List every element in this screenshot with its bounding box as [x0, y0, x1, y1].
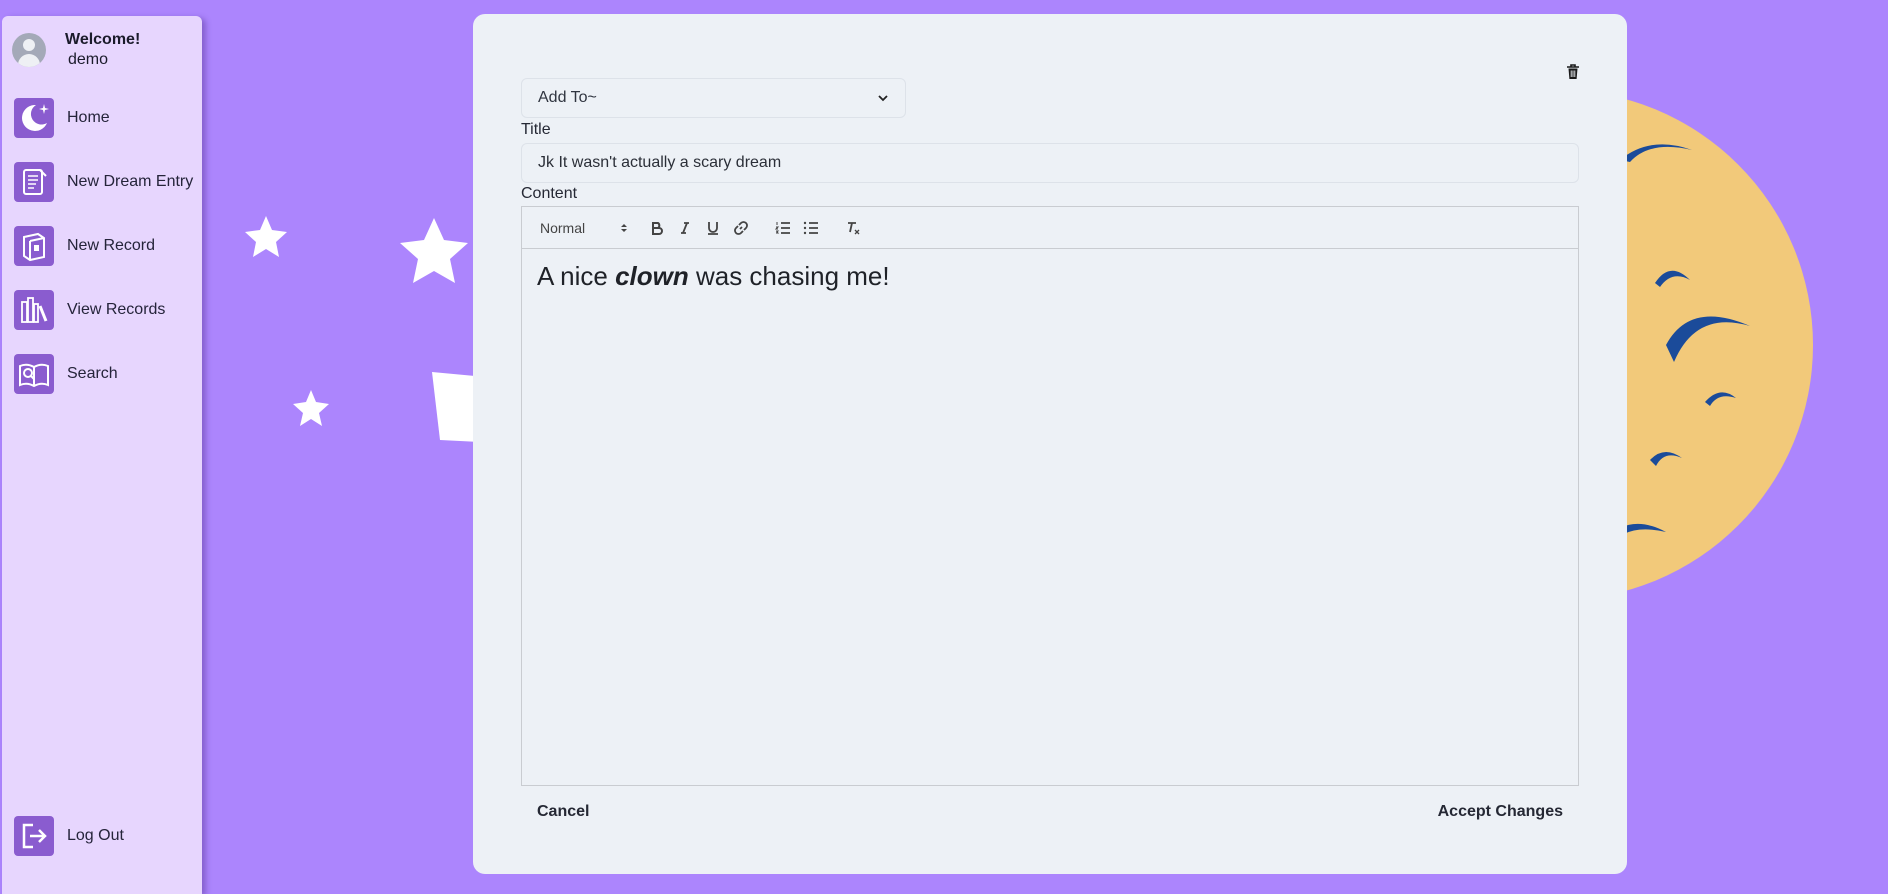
- italic-button[interactable]: [671, 216, 699, 240]
- bold-button[interactable]: [643, 216, 671, 240]
- bullet-list-button[interactable]: [797, 216, 825, 240]
- clear-format-button[interactable]: [839, 216, 867, 240]
- ordered-list-button[interactable]: [769, 216, 797, 240]
- sidebar-item-view-records[interactable]: View Records: [14, 288, 200, 332]
- accept-changes-button[interactable]: Accept Changes: [1422, 797, 1579, 827]
- editor-content[interactable]: A nice clown was chasing me!: [522, 249, 1578, 304]
- content-label: Content: [521, 185, 578, 202]
- ordered-list-icon: [775, 221, 790, 234]
- title-label: Title: [521, 121, 551, 138]
- sidebar-item-label: New Record: [67, 237, 156, 254]
- link-button[interactable]: [727, 216, 755, 240]
- open-book-search-icon: [14, 354, 54, 394]
- username: demo: [68, 51, 109, 68]
- book-icon: [14, 226, 54, 266]
- title-input[interactable]: [521, 143, 1579, 183]
- moon-icon: [14, 98, 54, 138]
- sidebar-item-new-record[interactable]: New Record: [14, 224, 200, 268]
- bullet-list-icon: [803, 221, 818, 234]
- add-to-value: Add To~: [538, 89, 597, 106]
- rich-text-editor: Normal A nice clown was chasing me!: [521, 206, 1579, 786]
- link-icon: [734, 220, 748, 235]
- format-select[interactable]: Normal: [534, 216, 629, 240]
- format-select-value: Normal: [540, 219, 586, 236]
- sidebar-item-label: Home: [67, 109, 110, 126]
- dream-edit-card: Add To~ Title Content Normal: [473, 14, 1627, 874]
- avatar-icon: [12, 33, 46, 67]
- content-emphasis: clown: [615, 261, 689, 291]
- content-text-after: was chasing me!: [688, 261, 890, 291]
- sidebar: Welcome! demo Home New Dream Entry New R…: [2, 16, 202, 894]
- scroll-icon: [14, 162, 54, 202]
- logout-button[interactable]: Log Out: [14, 814, 200, 858]
- sidebar-item-search[interactable]: Search: [14, 352, 200, 396]
- cancel-button[interactable]: Cancel: [521, 797, 605, 827]
- editor-toolbar: Normal: [522, 207, 1578, 249]
- sidebar-item-new-dream-entry[interactable]: New Dream Entry: [14, 160, 200, 204]
- sidebar-item-label: Search: [67, 365, 118, 382]
- stars: [245, 216, 480, 442]
- sidebar-item-home[interactable]: Home: [14, 96, 200, 140]
- content-text-before: A nice: [537, 261, 616, 291]
- sidebar-item-label: New Dream Entry: [67, 173, 194, 190]
- delete-button[interactable]: [1561, 60, 1585, 84]
- italic-icon: [681, 221, 689, 234]
- bookshelf-icon: [14, 290, 54, 330]
- user-welcome: Welcome! demo: [12, 28, 197, 72]
- up-down-arrows-icon: [621, 223, 627, 232]
- bold-icon: [652, 221, 663, 235]
- logout-label: Log Out: [67, 827, 124, 844]
- add-to-select[interactable]: Add To~: [521, 78, 906, 118]
- sidebar-item-label: View Records: [67, 301, 166, 318]
- clear-format-icon: [848, 221, 860, 234]
- underline-button[interactable]: [699, 216, 727, 240]
- chevron-down-icon: [878, 95, 888, 102]
- logout-icon: [14, 816, 54, 856]
- underline-icon: [708, 221, 718, 235]
- trash-icon: [1567, 64, 1579, 79]
- welcome-title: Welcome!: [65, 31, 141, 48]
